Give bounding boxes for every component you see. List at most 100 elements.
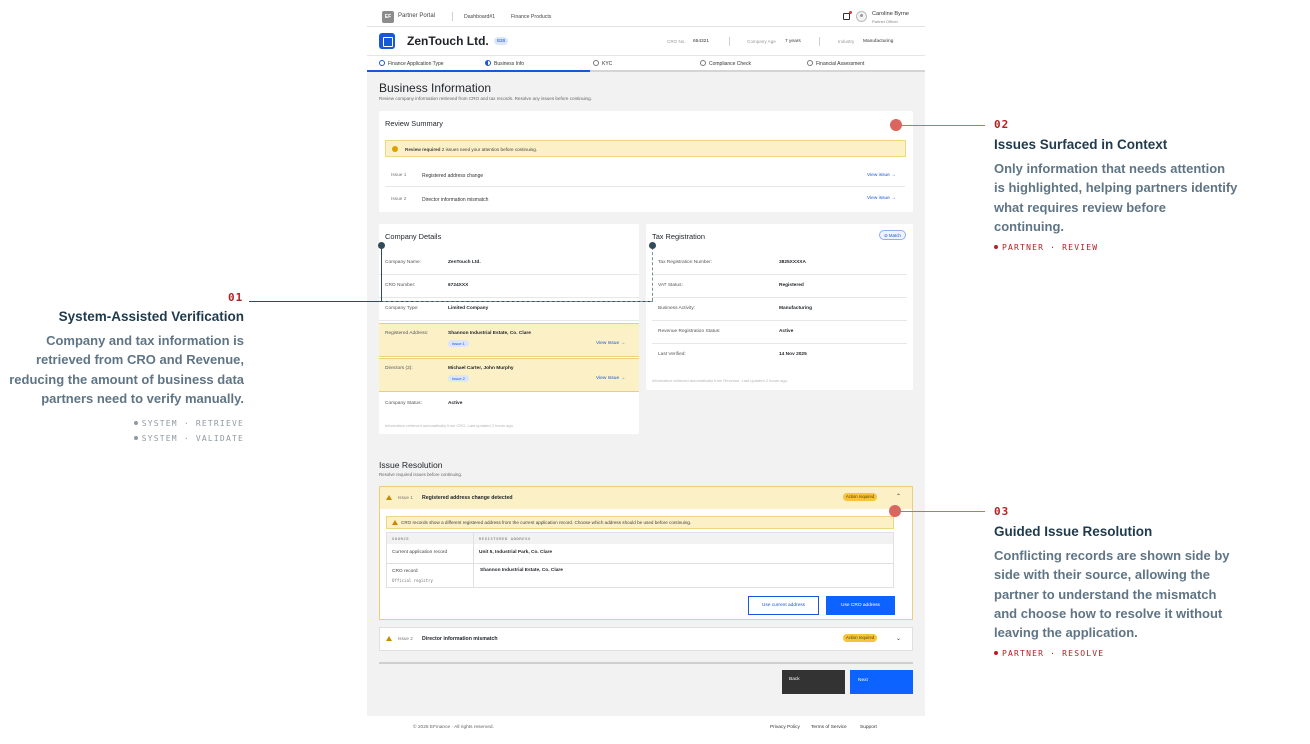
avatar[interactable] [856,11,867,22]
field-label: Company Name: [385,260,421,265]
step-financial-assessment[interactable]: Financial Assessment [807,60,864,67]
field-label: VAT Status: [658,283,683,288]
alert-strong: Review required [405,147,441,152]
review-summary-card: Review Summary Review required 2 issues … [379,111,913,212]
annotation-title-02: Issues Surfaced in Context [994,137,1168,152]
issue-title: Director information mismatch [422,636,498,642]
nav-dashboard[interactable]: Dashboard#1 [464,14,495,20]
connector-pin [378,242,385,249]
issue-description: Registered address change [422,173,484,179]
issue-1-alert: CRO records show a different registered … [386,516,894,529]
field-value: Limited Company [448,306,489,311]
annotation-title-01: System-Assisted Verification [58,309,244,324]
warning-icon [386,495,392,500]
tax-registration-title: Tax Registration [652,232,705,241]
chevron-up-icon[interactable]: ⌃ [896,493,901,500]
table-header: SOURCE REGISTERED ADDRESS [387,533,893,544]
step-compliance-check[interactable]: Compliance Check [700,60,751,67]
step-business-info[interactable]: Business Info [485,60,524,67]
footer-link-privacy[interactable]: Privacy Policy [770,725,800,730]
annotation-body-02: Only information that needs attention is… [994,161,1238,234]
use-cro-address-button[interactable]: Use CRO address [826,596,895,615]
divider [729,37,730,46]
issue-2-header[interactable]: Issue 2 Director information mismatch Ac… [380,628,912,650]
page-title: Business Information [379,81,492,95]
view-issue-link[interactable]: View issue → [867,173,896,178]
issue-tag: Issue 1 [448,340,469,347]
list-item: Issue 1 Registered address change View i… [385,164,905,187]
column-header-source: SOURCE [392,536,410,541]
cro-label: CRO No. [667,39,686,44]
step-finance-application-type[interactable]: Finance Application Type [379,60,444,67]
annotation-tag: SYSTEM · RETRIEVE [133,419,244,428]
issue-1-header[interactable]: Issue 1 Registered address change detect… [380,487,912,509]
divider [819,37,820,46]
match-badge: ⊘ Match [879,230,906,240]
table-row: CRO Number: 6724XXX [379,275,639,298]
company-age-label: Company Age [747,39,776,44]
field-label: Registered Address: [385,331,429,336]
issue-number: Issue 2 [398,636,413,641]
company-icon [379,33,395,49]
notifications-icon[interactable] [843,13,850,20]
company-name: ZenTouch Ltd. [407,34,489,48]
tax-registration-card: Tax Registration ⊘ Match Tax Registratio… [646,224,913,390]
annotation-tag: PARTNER · RESOLVE [994,649,1104,658]
field-value: 14 Nov 2025 [779,352,807,357]
user-name: Caroline Byrne [872,11,909,17]
column-header-address: REGISTERED ADDRESS [479,536,531,541]
app-window: EF Partner Portal Dashboard#1 Finance Pr… [367,0,925,716]
next-button[interactable]: Next [850,670,913,694]
step-kyc[interactable]: KYC [593,60,612,67]
view-issue-link[interactable]: View Issue → [596,341,625,346]
footer-link-terms[interactable]: Terms of Service [811,725,847,730]
field-value: ZenTouch Ltd. [448,260,481,265]
industry-value: Manufacturing [863,39,894,44]
alert-message: 2 issues need your attention before cont… [441,147,538,152]
use-current-address-button[interactable]: Use current address [748,596,819,615]
field-value: Registered [779,283,804,288]
circle-icon [700,60,706,66]
annotation-number-02: 02 [994,118,1010,131]
connector-line [383,301,653,302]
back-button[interactable]: Back [782,670,845,694]
company-type-badge: B2B [494,37,509,45]
issue-number: Issue 1 [391,173,407,178]
connector-line [381,245,382,301]
check-circle-icon: ⊘ [884,233,888,238]
table-row: Last Verified: 14 Nov 2025 [652,344,907,367]
view-issue-link[interactable]: View issue → [867,196,896,201]
field-label: Directors (2): [385,366,413,371]
user-role: Partner Officer [872,19,898,24]
notification-dot [849,11,852,14]
nav-finance-products[interactable]: Finance Products [511,14,551,20]
view-issue-link[interactable]: View Issue → [596,376,625,381]
field-value: 3825XXXXA [779,260,806,265]
card-footnote: Information retrieved automatically from… [385,423,514,428]
card-footnote: Information retrieved automatically from… [652,378,789,383]
issue-description: Director information mismatch [422,197,489,203]
annotation-body-03: Conflicting records are shown side by si… [994,548,1230,641]
chevron-down-icon[interactable]: ⌄ [896,635,901,642]
field-label: Company Status: [385,401,422,406]
field-label: Last Verified: [658,352,686,357]
row-address: Shannon Industrial Estate, Co. Clare [480,568,563,573]
annotation-number-03: 03 [994,505,1010,518]
annotation-tag: PARTNER · REVIEW [994,243,1098,252]
portal-logo: EF [382,11,394,23]
field-value: 6724XXX [448,283,469,288]
company-age-value: 7 years [785,39,801,44]
half-circle-icon [485,60,491,66]
field-value: Active [448,401,463,406]
field-value: Michael Carter, John Murphy [448,366,514,371]
divider [473,533,474,587]
table-row: VAT Status: Registered [652,275,907,298]
warning-icon [386,636,392,641]
table-row: Company Name: ZenTouch Ltd. [379,252,639,275]
connector-line [900,511,985,512]
divider [387,563,893,564]
list-item: Issue 2 Director information mismatch Vi… [385,188,905,211]
footer-link-support[interactable]: Support [860,725,877,730]
progress-fill [367,70,591,72]
address-comparison-table: SOURCE REGISTERED ADDRESS Current applic… [386,532,894,588]
